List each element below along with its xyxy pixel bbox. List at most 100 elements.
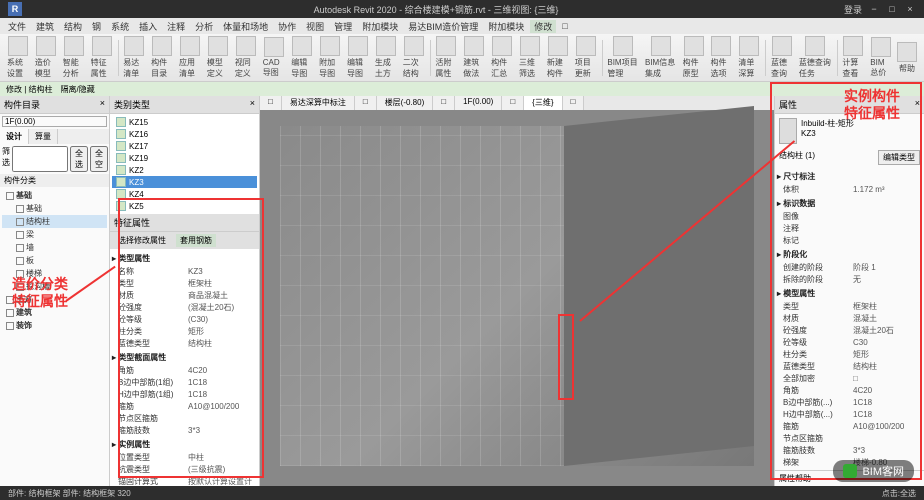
isolate-toggle[interactable]: 隔离/隐藏 xyxy=(61,84,95,95)
close-icon[interactable]: × xyxy=(904,3,916,15)
maximize-icon[interactable]: □ xyxy=(886,3,898,15)
ribbon-button[interactable]: 项目更新 xyxy=(572,35,600,80)
ribbon-label: 计算查看 xyxy=(842,57,864,79)
list-item[interactable]: KZ3 xyxy=(112,176,257,188)
tree-item[interactable]: 装饰 xyxy=(2,319,107,332)
menu-item[interactable]: 修改 xyxy=(530,20,556,33)
menu-item[interactable]: 视图 xyxy=(302,20,328,33)
viewport-3d[interactable]: □易达深算中标注□楼层(-0.80)□1F(0.00)□{三维}□ xyxy=(260,96,774,486)
tab-quantity[interactable]: 算量 xyxy=(29,129,58,144)
viewport-tab[interactable]: {三维} xyxy=(524,96,562,110)
list-item[interactable]: KZ2 xyxy=(112,164,257,176)
floor-dropdown[interactable]: 1F(0.00) xyxy=(2,116,107,127)
tree-item[interactable]: 基础 xyxy=(2,202,107,215)
ribbon-label: 构件汇总 xyxy=(491,57,513,79)
checkbox[interactable] xyxy=(16,231,24,239)
ribbon-label: 应用清单 xyxy=(179,57,201,79)
ribbon-button[interactable]: 三维筛选 xyxy=(516,35,544,80)
ribbon-button[interactable]: 特征属性 xyxy=(88,35,116,80)
viewport-tabs: □易达深算中标注□楼层(-0.80)□1F(0.00)□{三维}□ xyxy=(260,96,774,110)
ribbon-button[interactable]: 蓝德查询任务 xyxy=(796,35,835,80)
menu-item[interactable]: 文件 xyxy=(4,20,30,33)
ribbon-button[interactable]: 构件选项 xyxy=(708,35,736,80)
ribbon-icon xyxy=(376,36,396,56)
ribbon-button[interactable]: 计算查看 xyxy=(839,35,867,80)
checkbox[interactable] xyxy=(6,309,14,317)
tree-item[interactable]: 板 xyxy=(2,254,107,267)
ribbon-button[interactable]: 构件原型 xyxy=(680,35,708,80)
ribbon-button[interactable]: 构件目录 xyxy=(148,35,176,80)
checkbox[interactable] xyxy=(16,205,24,213)
viewport-tab[interactable]: □ xyxy=(563,96,585,110)
ribbon-button[interactable]: 二次结构 xyxy=(400,35,428,80)
menu-item[interactable]: 附加模块 xyxy=(358,20,402,33)
ribbon-button[interactable]: 新建构件 xyxy=(544,35,572,80)
viewport-tab[interactable]: □ xyxy=(502,96,524,110)
tree-item[interactable]: 墙 xyxy=(2,241,107,254)
ribbon-button[interactable]: 应用清单 xyxy=(176,35,204,80)
list-item[interactable]: KZ15 xyxy=(112,116,257,128)
list-item[interactable]: KZ16 xyxy=(112,128,257,140)
menu-item[interactable]: 体量和场地 xyxy=(219,20,272,33)
checkbox[interactable] xyxy=(16,257,24,265)
ribbon-button[interactable]: 蓝德查询 xyxy=(768,35,796,80)
list-item[interactable]: KZ19 xyxy=(112,152,257,164)
building-model[interactable] xyxy=(280,126,754,466)
menu-item[interactable]: 注释 xyxy=(163,20,189,33)
select-all-button[interactable]: 全选 xyxy=(70,146,88,172)
ribbon-button[interactable]: 视同定义 xyxy=(232,35,260,80)
ribbon-button[interactable]: 构件汇总 xyxy=(488,35,516,80)
ribbon-button[interactable]: 模型定义 xyxy=(204,35,232,80)
menu-item[interactable]: 附加模块 xyxy=(484,20,528,33)
viewport-tab[interactable]: □ xyxy=(260,96,282,110)
ribbon-button[interactable]: 活附属性 xyxy=(432,35,460,80)
ribbon-button[interactable]: 帮助 xyxy=(894,41,920,75)
list-item[interactable]: KZ17 xyxy=(112,140,257,152)
ribbon-button[interactable]: 清单深算 xyxy=(735,35,763,80)
annotation-label-left: 造价分类 特征属性 xyxy=(12,276,68,310)
ribbon-button[interactable]: 造价模型 xyxy=(32,35,60,80)
minimize-icon[interactable]: − xyxy=(868,3,880,15)
ribbon-button[interactable]: 编辑导图 xyxy=(288,35,316,80)
menu-item[interactable]: 分析 xyxy=(191,20,217,33)
viewport-tab[interactable]: 易达深算中标注 xyxy=(282,96,355,110)
menu-item[interactable]: 插入 xyxy=(135,20,161,33)
viewport-tab[interactable]: □ xyxy=(433,96,455,110)
ribbon-button[interactable]: 编辑导图 xyxy=(344,35,372,80)
close-icon[interactable]: × xyxy=(250,98,255,111)
ribbon-button[interactable]: 智能分析 xyxy=(60,35,88,80)
filter-input[interactable] xyxy=(12,146,68,172)
menu-item[interactable]: 系统 xyxy=(107,20,133,33)
checkbox[interactable] xyxy=(16,218,24,226)
menu-item[interactable]: 结构 xyxy=(60,20,86,33)
tree-item[interactable]: 基础 xyxy=(2,189,107,202)
ribbon-button[interactable]: BIM项目管理 xyxy=(604,35,642,80)
close-icon[interactable]: × xyxy=(100,98,105,111)
checkbox[interactable] xyxy=(16,244,24,252)
tree-item[interactable]: 结构柱 xyxy=(2,215,107,228)
ribbon-button[interactable]: 系统设置 xyxy=(4,35,32,80)
component-tree[interactable]: 基础基础结构柱梁墙板楼梯挖沟槽土方建筑装饰 xyxy=(0,187,109,486)
user-label[interactable]: 登录 xyxy=(844,3,862,16)
menu-item[interactable]: 建筑 xyxy=(32,20,58,33)
ribbon-button[interactable]: 易达清单 xyxy=(120,35,148,80)
viewport-tab[interactable]: 楼层(-0.80) xyxy=(377,96,434,110)
menu-item[interactable]: 协作 xyxy=(274,20,300,33)
tab-design[interactable]: 设计 xyxy=(0,129,29,144)
ribbon-button[interactable]: BIM信息集成 xyxy=(642,35,680,80)
select-none-button[interactable]: 全空 xyxy=(90,146,108,172)
viewport-tab[interactable]: 1F(0.00) xyxy=(455,96,502,110)
ribbon-button[interactable]: 附加导图 xyxy=(316,35,344,80)
menu-item[interactable]: 易达BIM造价管理 xyxy=(404,20,482,33)
viewport-tab[interactable]: □ xyxy=(355,96,377,110)
tree-item[interactable]: 梁 xyxy=(2,228,107,241)
ribbon-button[interactable]: 建筑做法 xyxy=(460,35,488,80)
menu-item[interactable]: 钢 xyxy=(88,20,105,33)
checkbox[interactable] xyxy=(6,192,14,200)
ribbon-button[interactable]: 生成土方 xyxy=(372,35,400,80)
menu-item[interactable]: □ xyxy=(558,21,571,31)
ribbon-button[interactable]: BIM总价 xyxy=(867,36,894,79)
menu-item[interactable]: 管理 xyxy=(330,20,356,33)
checkbox[interactable] xyxy=(6,322,14,330)
ribbon-button[interactable]: CAD导图 xyxy=(260,36,289,79)
